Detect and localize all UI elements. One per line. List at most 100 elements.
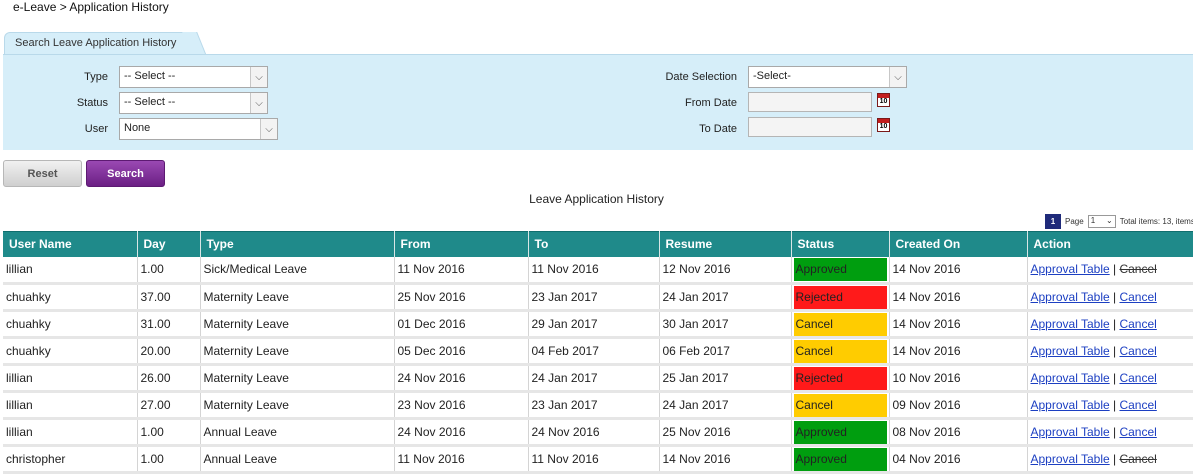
cell-to: 11 Nov 2016 [528,445,660,474]
status-select[interactable]: -- Select -- ⌵ [119,92,268,114]
cell-user: chuahky [3,337,138,366]
cell-to: 24 Jan 2017 [528,364,660,393]
column-header-status[interactable]: Status [791,231,890,257]
search-panel-tab[interactable]: Search Leave Application History [4,32,194,55]
type-select[interactable]: -- Select -- ⌵ [119,66,268,88]
cell-day: 1.00 [137,418,201,447]
chevron-down-icon: ⌵ [250,93,267,113]
cell-created-on: 04 Nov 2016 [889,445,1028,474]
date-selection-value: -Select- [753,70,791,82]
cell-type: Annual Leave [200,445,395,474]
approval-table-link[interactable]: Approval Table [1031,371,1110,385]
column-header-day[interactable]: Day [137,231,201,257]
cell-action: Approval Table | Cancel [1027,310,1193,339]
page-select[interactable]: 1 ⌄ [1087,214,1116,228]
cell-created-on: 14 Nov 2016 [889,310,1028,339]
cell-day: 20.00 [137,337,201,366]
cell-day: 26.00 [137,364,201,393]
status-badge: Rejected [793,285,887,308]
cell-type: Maternity Leave [200,337,395,366]
approval-table-link[interactable]: Approval Table [1031,317,1110,331]
cell-created-on: 09 Nov 2016 [889,391,1028,420]
user-select[interactable]: None ⌵ [119,118,278,140]
type-label: Type [84,71,108,83]
to-date-input[interactable] [748,117,872,137]
column-header-from[interactable]: From [394,231,529,257]
table-row: chuahky 20.00 Maternity Leave 05 Dec 2016 04… [3,337,1193,366]
cancel-link[interactable]: Cancel [1119,398,1156,412]
approval-table-link[interactable]: Approval Table [1031,452,1110,466]
cancel-link[interactable]: Cancel [1119,371,1156,385]
status-badge: Approved [793,257,887,281]
cell-status: Approved [791,445,890,474]
cell-type: Annual Leave [200,418,395,447]
calendar-icon[interactable]: 10 [877,118,890,132]
table-header-row: User Name Day Type From To Resume Status… [3,231,1193,257]
cell-status: Cancel [791,391,890,420]
cell-user: christopher [3,445,138,474]
table-row: lillian 1.00 Annual Leave 24 Nov 2016 24 Nov… [3,418,1193,447]
from-date-input[interactable] [748,92,872,112]
status-badge: Cancel [793,339,887,362]
cancel-link: Cancel [1119,262,1157,277]
status-label: Status [76,97,108,109]
from-date-label: From Date [685,97,737,109]
cell-to: 23 Jan 2017 [528,391,660,420]
action-separator: | [1109,290,1120,304]
cell-to: 04 Feb 2017 [528,337,660,366]
cell-resume: 24 Jan 2017 [659,283,792,312]
cell-user: lillian [3,256,138,285]
status-select-value: -- Select -- [124,96,176,108]
cancel-link[interactable]: Cancel [1119,290,1156,304]
column-header-to[interactable]: To [528,231,660,257]
chevron-down-icon: ⌵ [260,119,277,139]
cell-action: Approval Table | Cancel [1027,391,1193,420]
cell-status: Rejected [791,283,890,312]
cancel-link: Cancel [1119,452,1157,466]
page-label: Page [1065,216,1084,226]
cell-from: 25 Nov 2016 [394,283,529,312]
cell-created-on: 14 Nov 2016 [889,283,1028,312]
reset-button[interactable]: Reset [3,160,82,187]
chevron-down-icon: ⌵ [250,67,267,87]
search-panel: Type -- Select -- ⌵ Status -- Select -- … [3,54,1193,150]
date-selection-label: Date Selection [665,71,737,83]
cell-to: 24 Nov 2016 [528,418,660,447]
cell-status: Cancel [791,310,890,339]
cell-status: Rejected [791,364,890,393]
status-badge: Approved [793,420,887,443]
approval-table-link[interactable]: Approval Table [1031,262,1110,276]
date-selection-select[interactable]: -Select- ⌵ [748,66,907,88]
column-header-created-on[interactable]: Created On [889,231,1028,257]
cell-resume: 12 Nov 2016 [659,256,792,285]
action-separator: | [1109,317,1120,331]
cell-day: 1.00 [137,256,201,285]
cancel-link[interactable]: Cancel [1119,344,1156,358]
column-header-resume[interactable]: Resume [659,231,792,257]
cancel-link[interactable]: Cancel [1119,425,1156,439]
approval-table-link[interactable]: Approval Table [1031,290,1110,304]
approval-table-link[interactable]: Approval Table [1031,398,1110,412]
cell-action: Approval Table | Cancel [1027,418,1193,447]
calendar-icon[interactable]: 10 [877,93,890,107]
cell-to: 23 Jan 2017 [528,283,660,312]
current-page-button[interactable]: 1 [1045,213,1061,229]
column-header-user-name[interactable]: User Name [3,231,138,257]
approval-table-link[interactable]: Approval Table [1031,425,1110,439]
cell-action: Approval Table | Cancel [1027,445,1193,474]
action-separator: | [1109,344,1120,358]
cell-type: Maternity Leave [200,283,395,312]
approval-table-link[interactable]: Approval Table [1031,344,1110,358]
user-label: User [84,123,108,135]
cell-resume: 06 Feb 2017 [659,337,792,366]
action-separator: | [1109,262,1120,277]
cell-type: Maternity Leave [200,310,395,339]
table-row: lillian 27.00 Maternity Leave 23 Nov 2016 23… [3,391,1193,420]
cancel-link[interactable]: Cancel [1119,317,1156,331]
cell-resume: 25 Jan 2017 [659,364,792,393]
cell-to: 11 Nov 2016 [528,256,660,285]
action-separator: | [1109,398,1120,412]
type-select-value: -- Select -- [124,70,176,82]
column-header-type[interactable]: Type [200,231,395,257]
search-button[interactable]: Search [86,160,165,187]
